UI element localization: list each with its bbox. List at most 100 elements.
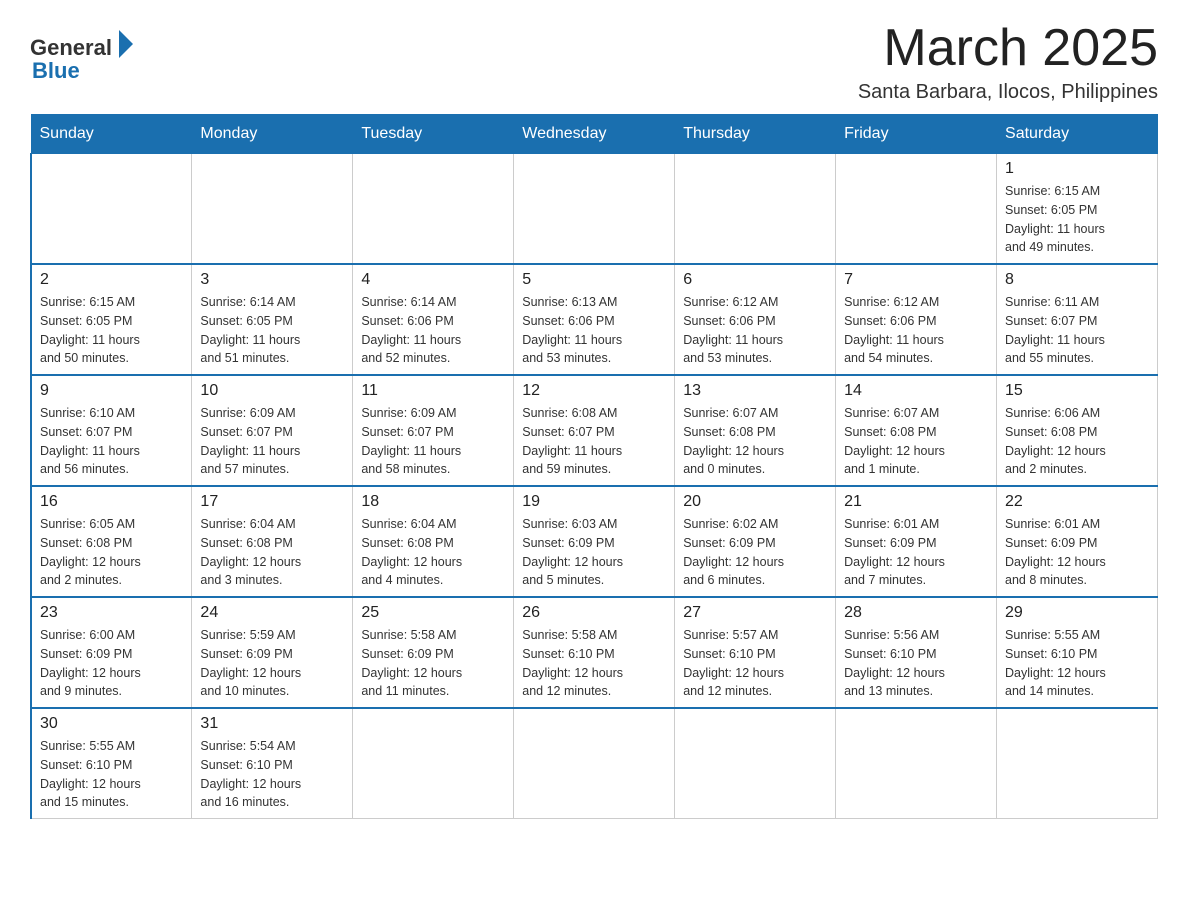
page-header: General Blue March 2025 Santa Barbara, I…	[30, 20, 1158, 104]
calendar-cell: 27 Sunrise: 5:57 AM Sunset: 6:10 PM Dayli…	[675, 597, 836, 708]
day-number: 28	[844, 604, 988, 622]
day-number: 13	[683, 382, 827, 400]
day-info: Sunrise: 6:09 AM Sunset: 6:07 PM Dayligh…	[361, 404, 505, 479]
day-number: 27	[683, 604, 827, 622]
day-number: 5	[522, 271, 666, 289]
calendar-cell	[514, 708, 675, 819]
day-number: 4	[361, 271, 505, 289]
day-info: Sunrise: 5:56 AM Sunset: 6:10 PM Dayligh…	[844, 626, 988, 701]
calendar-week-row: 9Sunrise: 6:10 AM Sunset: 6:07 PM Daylig…	[31, 375, 1158, 486]
day-number: 17	[200, 493, 344, 511]
calendar-cell: 17 Sunrise: 6:04 AM Sunset: 6:08 PM Dayli…	[192, 486, 353, 597]
calendar-cell: 22 Sunrise: 6:01 AM Sunset: 6:09 PM Dayli…	[997, 486, 1158, 597]
day-info: Sunrise: 6:12 AM Sunset: 6:06 PM Dayligh…	[844, 293, 988, 368]
calendar-cell	[31, 154, 192, 265]
day-number: 22	[1005, 493, 1149, 511]
calendar-cell: 1Sunrise: 6:15 AM Sunset: 6:05 PM Daylig…	[997, 154, 1158, 265]
calendar-cell: 16Sunrise: 6:05 AM Sunset: 6:08 PM Dayli…	[31, 486, 192, 597]
logo-blue-text: Blue	[32, 58, 80, 84]
day-info: Sunrise: 6:15 AM Sunset: 6:05 PM Dayligh…	[1005, 182, 1149, 257]
day-number: 6	[683, 271, 827, 289]
calendar-cell	[675, 708, 836, 819]
calendar-cell: 6 Sunrise: 6:12 AM Sunset: 6:06 PM Daylig…	[675, 264, 836, 375]
day-info: Sunrise: 6:02 AM Sunset: 6:09 PM Dayligh…	[683, 515, 827, 590]
day-number: 7	[844, 271, 988, 289]
calendar-cell	[836, 708, 997, 819]
calendar-header-monday: Monday	[192, 115, 353, 154]
day-info: Sunrise: 5:58 AM Sunset: 6:10 PM Dayligh…	[522, 626, 666, 701]
calendar-cell: 21 Sunrise: 6:01 AM Sunset: 6:09 PM Dayli…	[836, 486, 997, 597]
day-number: 24	[200, 604, 344, 622]
day-info: Sunrise: 5:59 AM Sunset: 6:09 PM Dayligh…	[200, 626, 344, 701]
calendar-week-row: 16Sunrise: 6:05 AM Sunset: 6:08 PM Dayli…	[31, 486, 1158, 597]
calendar-cell: 5 Sunrise: 6:13 AM Sunset: 6:06 PM Daylig…	[514, 264, 675, 375]
day-number: 9	[40, 382, 183, 400]
day-info: Sunrise: 6:06 AM Sunset: 6:08 PM Dayligh…	[1005, 404, 1149, 479]
calendar-cell	[514, 154, 675, 265]
day-info: Sunrise: 6:07 AM Sunset: 6:08 PM Dayligh…	[844, 404, 988, 479]
day-info: Sunrise: 6:09 AM Sunset: 6:07 PM Dayligh…	[200, 404, 344, 479]
day-info: Sunrise: 6:14 AM Sunset: 6:06 PM Dayligh…	[361, 293, 505, 368]
calendar-cell: 11 Sunrise: 6:09 AM Sunset: 6:07 PM Dayli…	[353, 375, 514, 486]
day-info: Sunrise: 5:57 AM Sunset: 6:10 PM Dayligh…	[683, 626, 827, 701]
day-info: Sunrise: 6:04 AM Sunset: 6:08 PM Dayligh…	[361, 515, 505, 590]
calendar-cell: 4 Sunrise: 6:14 AM Sunset: 6:06 PM Daylig…	[353, 264, 514, 375]
calendar-cell: 29 Sunrise: 5:55 AM Sunset: 6:10 PM Dayli…	[997, 597, 1158, 708]
logo: General Blue	[30, 30, 133, 84]
calendar-header-row: SundayMondayTuesdayWednesdayThursdayFrid…	[31, 115, 1158, 154]
day-number: 26	[522, 604, 666, 622]
day-number: 3	[200, 271, 344, 289]
day-number: 21	[844, 493, 988, 511]
calendar-header-friday: Friday	[836, 115, 997, 154]
day-info: Sunrise: 6:12 AM Sunset: 6:06 PM Dayligh…	[683, 293, 827, 368]
day-number: 30	[40, 715, 183, 733]
calendar-header-wednesday: Wednesday	[514, 115, 675, 154]
calendar-header-thursday: Thursday	[675, 115, 836, 154]
calendar-cell	[353, 708, 514, 819]
day-info: Sunrise: 5:58 AM Sunset: 6:09 PM Dayligh…	[361, 626, 505, 701]
day-number: 15	[1005, 382, 1149, 400]
calendar-cell: 15 Sunrise: 6:06 AM Sunset: 6:08 PM Dayli…	[997, 375, 1158, 486]
calendar-cell: 20Sunrise: 6:02 AM Sunset: 6:09 PM Dayli…	[675, 486, 836, 597]
calendar-week-row: 1Sunrise: 6:15 AM Sunset: 6:05 PM Daylig…	[31, 154, 1158, 265]
day-info: Sunrise: 6:04 AM Sunset: 6:08 PM Dayligh…	[200, 515, 344, 590]
day-info: Sunrise: 6:00 AM Sunset: 6:09 PM Dayligh…	[40, 626, 183, 701]
day-number: 25	[361, 604, 505, 622]
day-info: Sunrise: 6:08 AM Sunset: 6:07 PM Dayligh…	[522, 404, 666, 479]
title-block: March 2025 Santa Barbara, Ilocos, Philip…	[858, 20, 1158, 104]
day-info: Sunrise: 6:13 AM Sunset: 6:06 PM Dayligh…	[522, 293, 666, 368]
calendar-cell: 28 Sunrise: 5:56 AM Sunset: 6:10 PM Dayli…	[836, 597, 997, 708]
calendar-cell: 26 Sunrise: 5:58 AM Sunset: 6:10 PM Dayli…	[514, 597, 675, 708]
day-info: Sunrise: 6:01 AM Sunset: 6:09 PM Dayligh…	[1005, 515, 1149, 590]
day-number: 12	[522, 382, 666, 400]
calendar-cell	[353, 154, 514, 265]
day-number: 19	[522, 493, 666, 511]
calendar-cell: 13Sunrise: 6:07 AM Sunset: 6:08 PM Dayli…	[675, 375, 836, 486]
day-number: 18	[361, 493, 505, 511]
day-number: 8	[1005, 271, 1149, 289]
day-number: 11	[361, 382, 505, 400]
calendar-header-saturday: Saturday	[997, 115, 1158, 154]
calendar-week-row: 23 Sunrise: 6:00 AM Sunset: 6:09 PM Dayli…	[31, 597, 1158, 708]
day-number: 16	[40, 493, 183, 511]
calendar-cell	[836, 154, 997, 265]
day-info: Sunrise: 6:01 AM Sunset: 6:09 PM Dayligh…	[844, 515, 988, 590]
calendar-cell	[997, 708, 1158, 819]
logo-triangle-icon	[119, 30, 133, 58]
calendar-table: SundayMondayTuesdayWednesdayThursdayFrid…	[30, 114, 1158, 819]
calendar-week-row: 30Sunrise: 5:55 AM Sunset: 6:10 PM Dayli…	[31, 708, 1158, 819]
month-year-title: March 2025	[858, 20, 1158, 77]
calendar-header-tuesday: Tuesday	[353, 115, 514, 154]
day-info: Sunrise: 6:15 AM Sunset: 6:05 PM Dayligh…	[40, 293, 183, 368]
location-title: Santa Barbara, Ilocos, Philippines	[858, 81, 1158, 104]
day-number: 23	[40, 604, 183, 622]
day-number: 29	[1005, 604, 1149, 622]
calendar-cell: 12 Sunrise: 6:08 AM Sunset: 6:07 PM Dayli…	[514, 375, 675, 486]
day-number: 31	[200, 715, 344, 733]
calendar-cell: 24 Sunrise: 5:59 AM Sunset: 6:09 PM Dayli…	[192, 597, 353, 708]
calendar-cell: 9Sunrise: 6:10 AM Sunset: 6:07 PM Daylig…	[31, 375, 192, 486]
day-number: 2	[40, 271, 183, 289]
day-info: Sunrise: 5:55 AM Sunset: 6:10 PM Dayligh…	[1005, 626, 1149, 701]
day-number: 10	[200, 382, 344, 400]
calendar-cell: 31Sunrise: 5:54 AM Sunset: 6:10 PM Dayli…	[192, 708, 353, 819]
